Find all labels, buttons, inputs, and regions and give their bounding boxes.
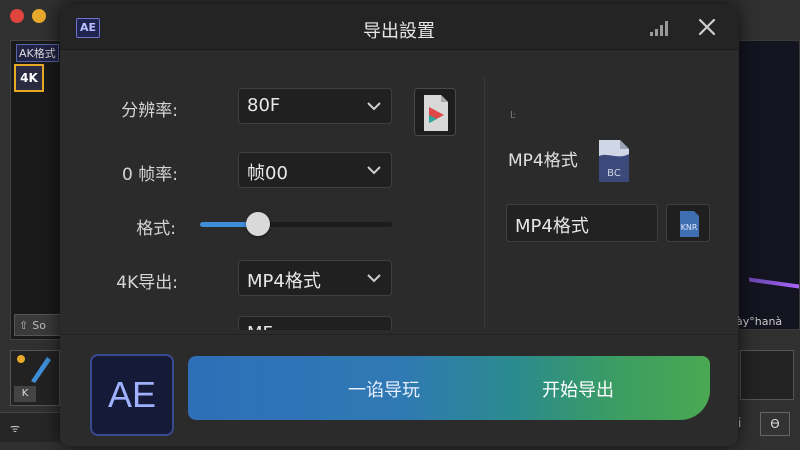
right-info-text: i — [738, 416, 742, 430]
output-format-button[interactable]: KNR — [666, 204, 710, 242]
output-format-value: MP4格式 — [515, 216, 589, 237]
resolution-label: 分辨率: — [121, 101, 178, 121]
format-label: 格式: — [136, 219, 176, 239]
right-preview-panel — [738, 40, 800, 330]
document-icon-text: BC — [607, 168, 621, 179]
extra-value: MF — [247, 323, 273, 330]
resolution-value: 80F — [247, 95, 281, 116]
signal-icon — [650, 20, 672, 36]
dialog-title: 导出設置 — [363, 21, 435, 42]
dialog-titlebar[interactable]: AE 导出設置 — [60, 4, 738, 50]
chevron-down-icon — [367, 102, 381, 111]
window-minimize-dot[interactable] — [32, 9, 46, 23]
preview-stripe — [749, 277, 799, 289]
small-mark: Ŀ — [510, 110, 516, 121]
ae-app-logo: AE — [90, 354, 174, 436]
export-action-bar[interactable]: 一谄导玩 开始导出 — [188, 356, 710, 420]
k-key-button[interactable]: K — [14, 386, 36, 402]
window-close-dot[interactable] — [10, 9, 24, 23]
section-divider — [484, 76, 485, 328]
upload-icon: ⇧ — [19, 318, 29, 332]
export-file-button[interactable] — [414, 88, 456, 136]
left-panel-tag: AK格式 — [16, 44, 59, 62]
framerate-value: 帧00 — [247, 163, 288, 184]
export-file-icon — [424, 95, 448, 131]
resolution-select[interactable]: 80F — [238, 88, 392, 124]
extra-select[interactable]: MF — [238, 316, 392, 330]
source-button[interactable]: ⇧ So — [14, 314, 62, 336]
4k-export-label: 4K导出: — [116, 273, 178, 293]
file-badge-icon: KNR — [680, 211, 699, 237]
framerate-label: 0 帧率: — [122, 165, 178, 185]
output-format-panel: Ŀ MP4格式 BC MP4格式 KNR — [506, 74, 716, 324]
format-row: 格式: — [88, 206, 478, 242]
footer-divider — [60, 334, 738, 335]
file-badge-text: KNR — [681, 223, 698, 232]
start-export-button[interactable]: 开始导出 — [542, 376, 614, 402]
close-icon[interactable] — [696, 16, 718, 38]
framerate-select[interactable]: 帧00 — [238, 152, 392, 188]
4k-badge[interactable]: 4K — [14, 64, 44, 92]
output-format-field[interactable]: MP4格式 — [506, 204, 658, 242]
4k-export-value: MP4格式 — [247, 271, 321, 292]
slider-thumb[interactable] — [246, 212, 270, 236]
chevron-down-icon — [367, 274, 381, 283]
framerate-row: 0 帧率: 帧00 — [88, 152, 478, 188]
theta-button[interactable]: ϴ — [760, 412, 790, 436]
document-icon: BC — [599, 140, 629, 182]
bottom-left-toolbar[interactable]: ᯤ — [0, 412, 60, 442]
extra-row: MF — [88, 316, 478, 330]
right-control-panel[interactable] — [740, 350, 794, 400]
export-settings-dialog: AE 导出設置 分辨率: 80F 0 帧率: 帧00 格式: 4K导出: MP4… — [60, 4, 738, 446]
secondary-export-button[interactable]: 一谄导玩 — [348, 376, 420, 402]
output-format-label: MP4格式 — [508, 151, 578, 171]
right-panel-text: ày°hanà — [736, 315, 783, 328]
chevron-down-icon — [367, 166, 381, 175]
format-slider[interactable] — [200, 212, 392, 236]
brush-icon — [17, 355, 51, 383]
source-button-label: So — [32, 318, 46, 332]
4k-export-select[interactable]: MP4格式 — [238, 260, 392, 296]
4k-export-row: 4K导出: MP4格式 — [88, 260, 478, 296]
